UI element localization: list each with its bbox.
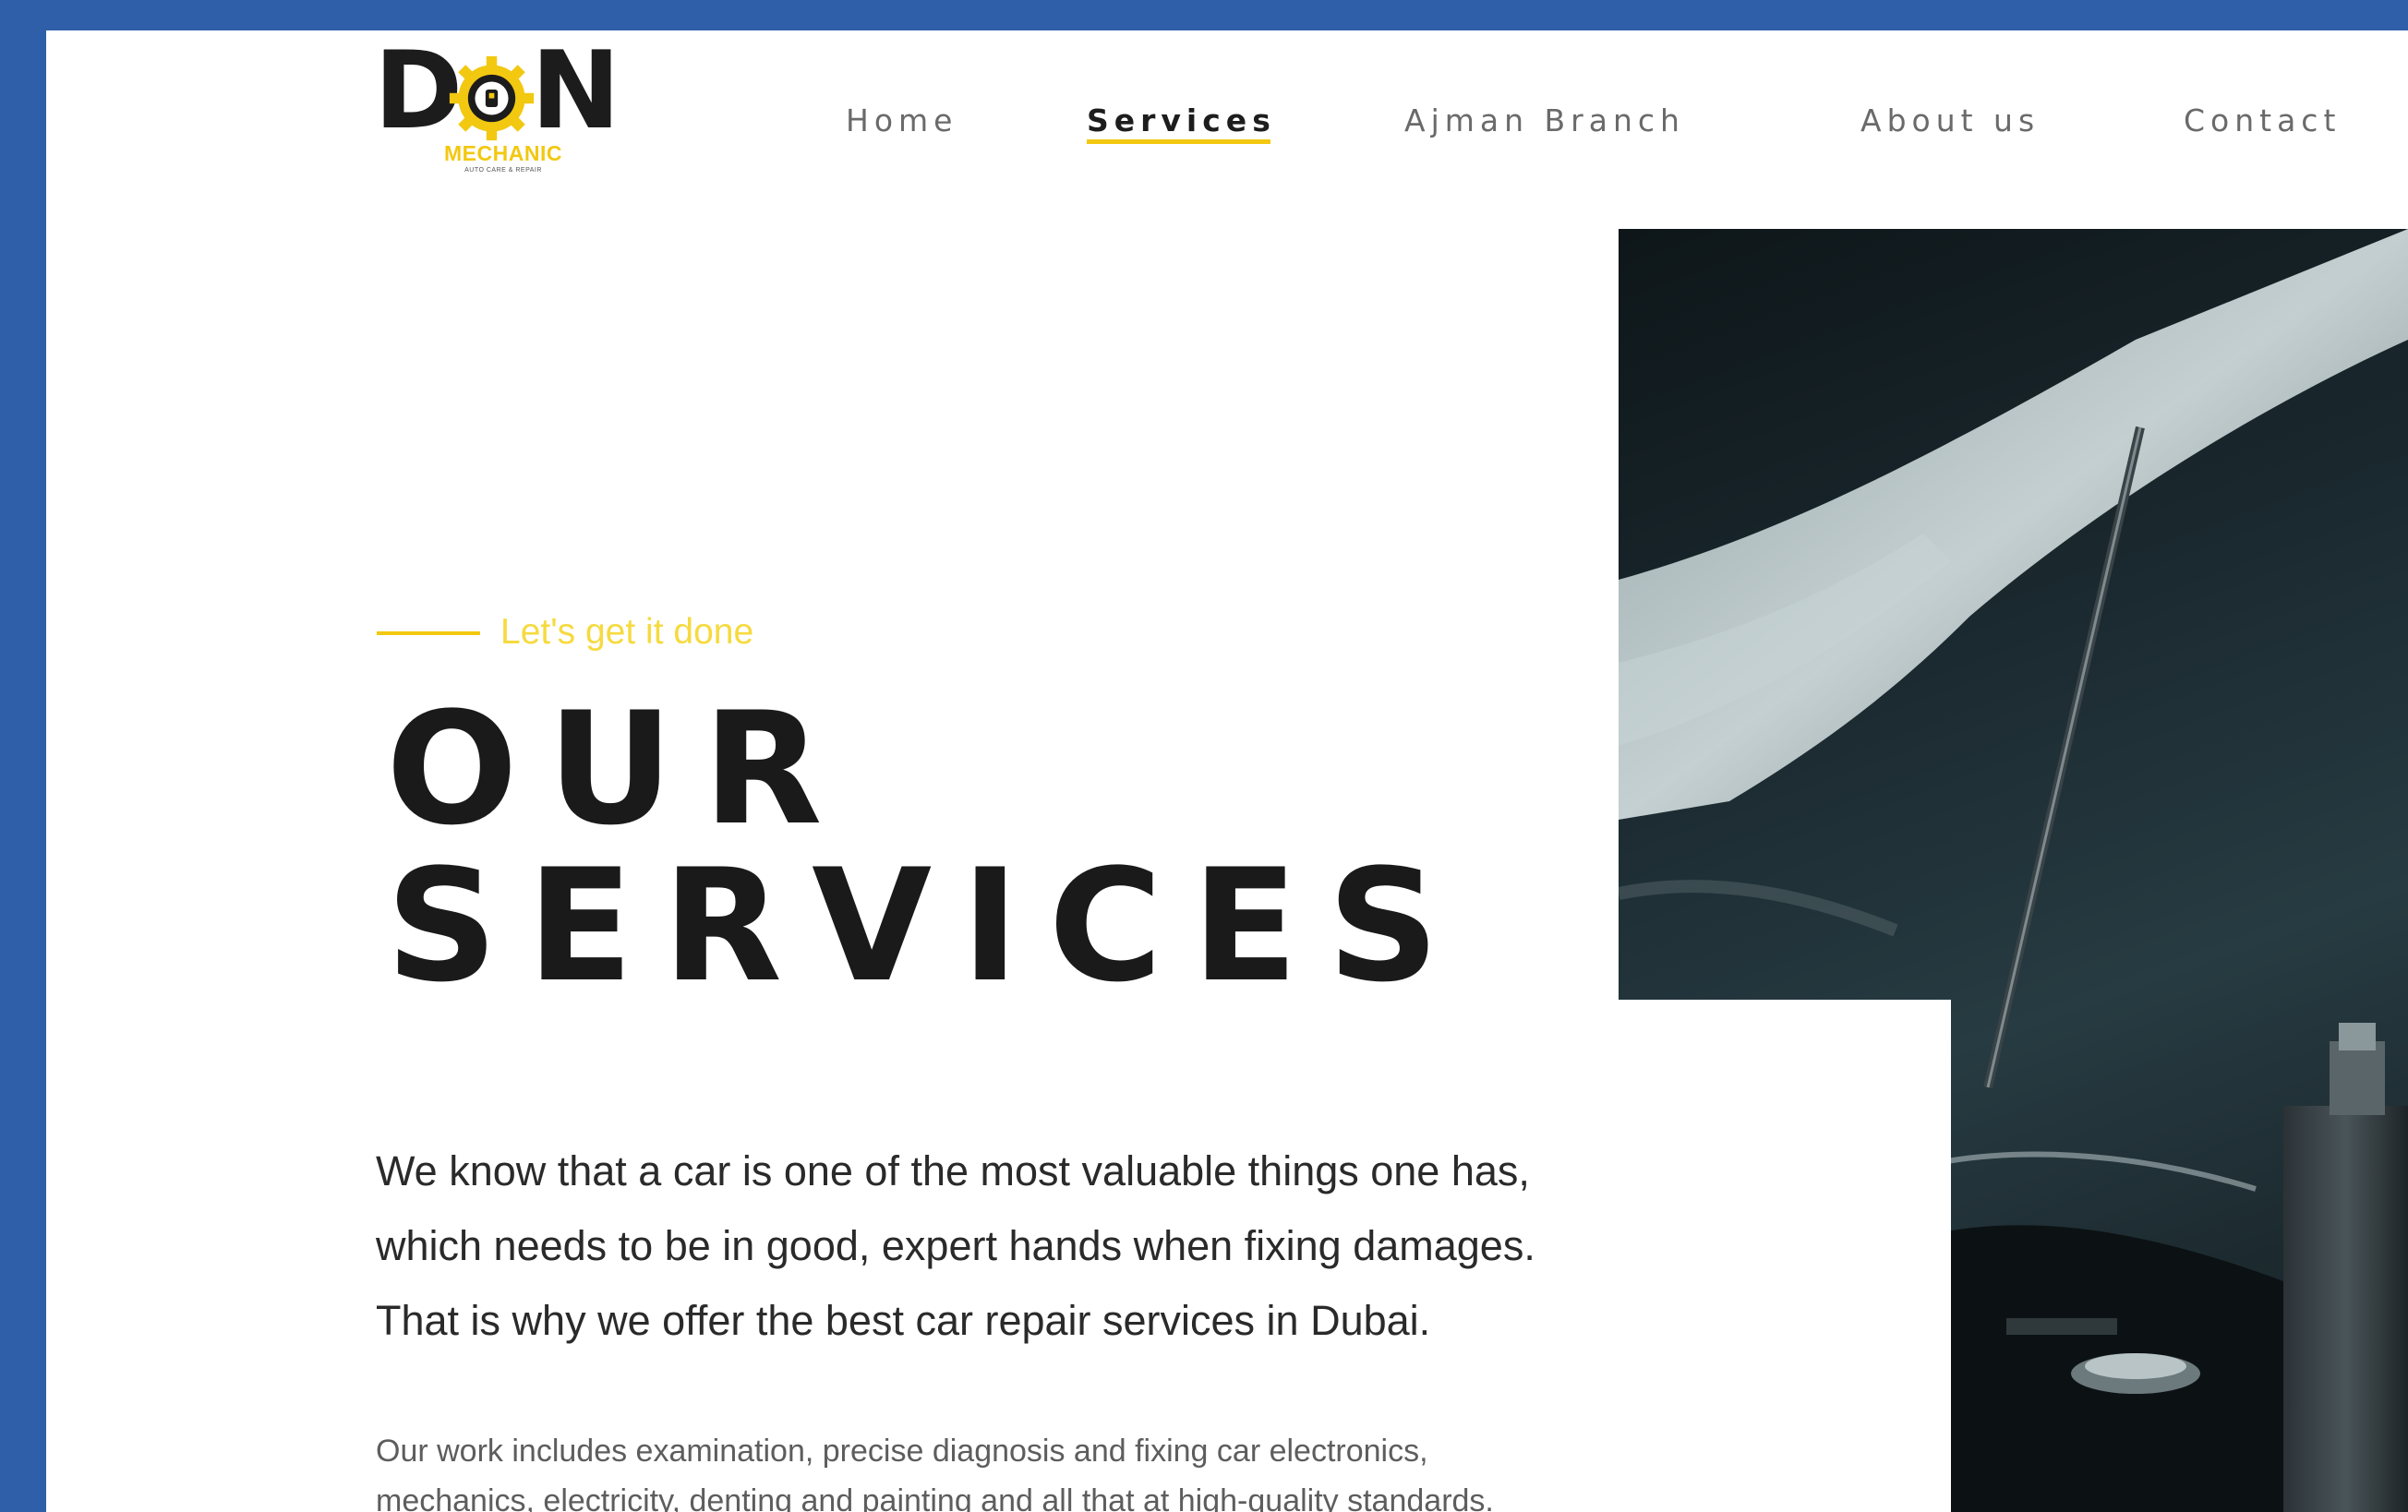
lead-line-3: That is why we offer the best car repair… <box>376 1297 1431 1344</box>
nav-ajman-branch[interactable]: Ajman Branch <box>1404 102 1685 138</box>
hero-tagline: Let's get it done <box>500 612 754 652</box>
nav-services[interactable]: Services <box>1087 102 1276 144</box>
title-line-1: OUR <box>386 678 852 859</box>
nav-contact[interactable]: Contact <box>2184 102 2341 138</box>
nav-active-underline <box>1087 139 1270 144</box>
body-line-2: mechanics, electricity, denting and pain… <box>376 1483 1494 1512</box>
hero-lead-paragraph: We know that a car is one of the most va… <box>376 1134 1816 1358</box>
logo-tagline: AUTO CARE & REPAIR <box>464 167 542 174</box>
lead-line-1: We know that a car is one of the most va… <box>376 1147 1530 1194</box>
lead-line-2: which needs to be in good, expert hands … <box>376 1222 1535 1269</box>
page-title: OUR SERVICES <box>386 690 1469 1004</box>
page: D N MECHANIC AUTO CARE & REPAIR Home Ser… <box>46 30 2408 1512</box>
nav-about-us[interactable]: About us <box>1860 102 2040 138</box>
nav-services-label: Services <box>1087 102 1276 138</box>
hero-body-paragraph: Our work includes examination, precise d… <box>376 1426 1853 1512</box>
body-line-1: Our work includes examination, precise d… <box>376 1434 1428 1469</box>
tagline-accent-line <box>377 631 480 635</box>
title-line-2: SERVICES <box>386 835 1469 1016</box>
nav-home[interactable]: Home <box>846 102 957 138</box>
main-nav: Home Services Ajman Branch About us Cont… <box>46 102 2408 158</box>
